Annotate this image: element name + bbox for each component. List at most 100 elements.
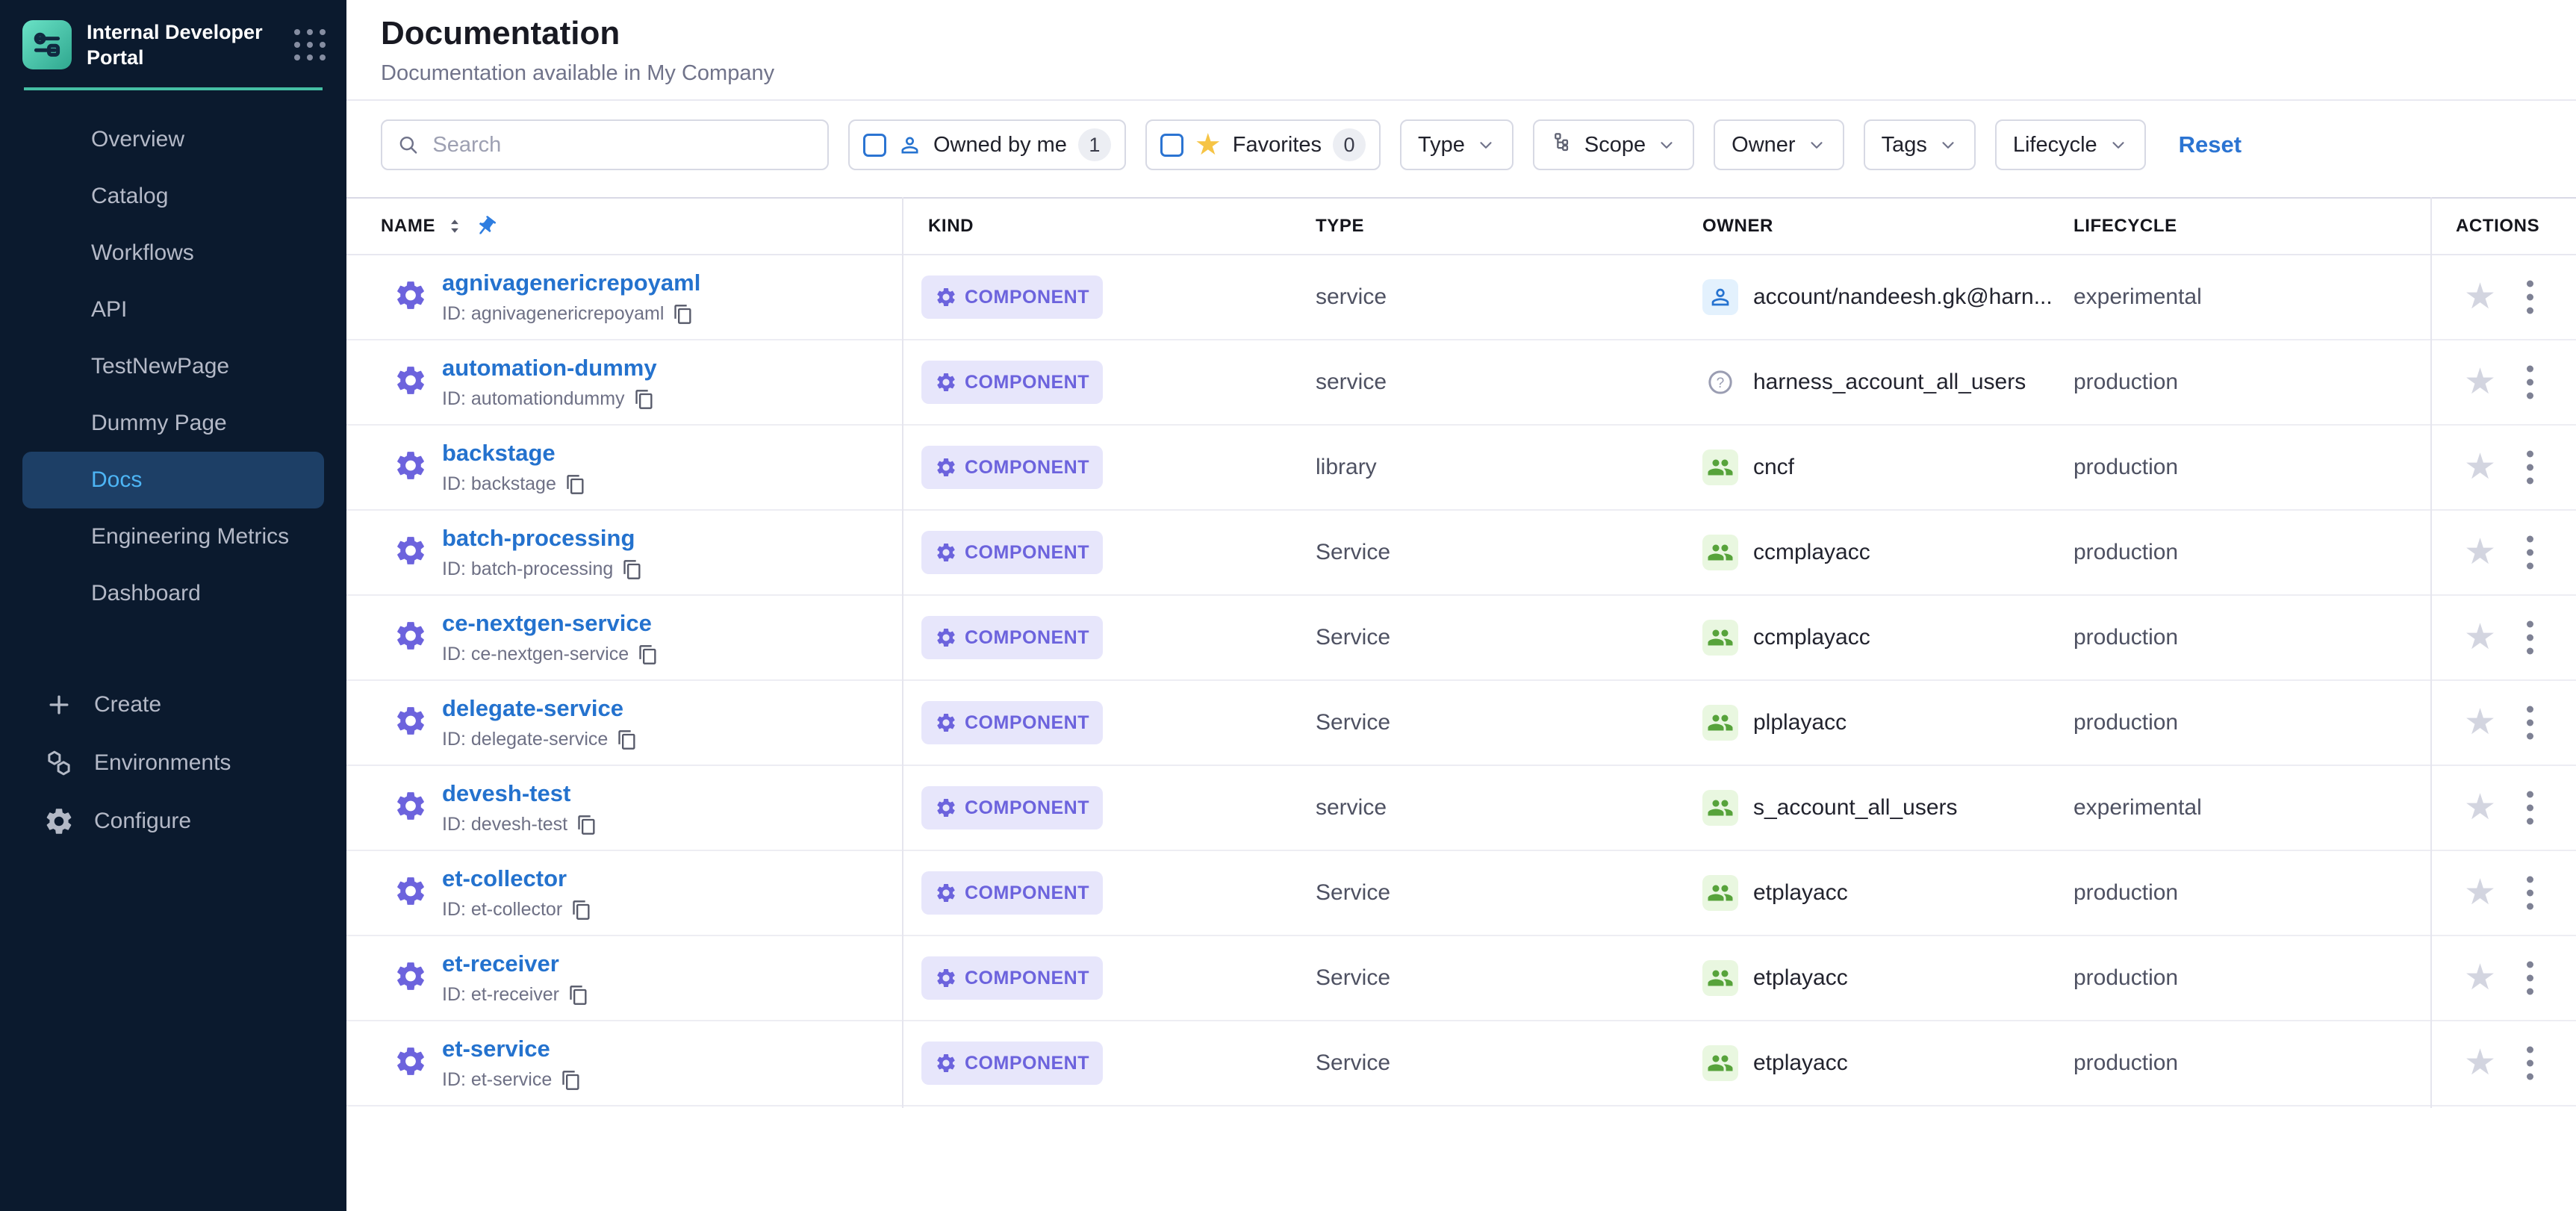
column-header-kind: KIND [928,199,974,254]
chevron-down-icon [1807,135,1826,155]
copy-icon[interactable] [576,815,597,835]
sidebar-item-workflows[interactable]: Workflows [22,225,324,281]
favorite-star-icon[interactable]: ★ [2464,364,2496,400]
kebab-menu-icon[interactable] [2522,872,2538,915]
entity-id: ID: batch-processing [442,558,613,580]
favorite-star-icon[interactable]: ★ [2464,535,2496,570]
sidebar-item-overview[interactable]: Overview [22,111,324,168]
kind-badge: COMPONENT [921,616,1103,659]
copy-icon[interactable] [568,985,589,1006]
sidebar-item-docs[interactable]: Docs [22,452,324,508]
sidebar-item-configure[interactable]: Configure [0,792,346,850]
favorite-star-icon[interactable]: ★ [2464,960,2496,996]
column-header-name[interactable]: NAME [381,199,497,254]
sidebar-item-label: Docs [91,467,142,493]
sidebar-item-create[interactable]: Create [0,676,346,734]
plus-icon [42,688,76,722]
entity-name-link[interactable]: delegate-service [442,695,638,722]
search-input[interactable] [431,132,812,158]
kebab-menu-icon[interactable] [2522,957,2538,1000]
owned-by-me-filter[interactable]: Owned by me 1 [848,119,1126,170]
entity-id: ID: devesh-test [442,814,567,835]
copy-icon[interactable] [622,559,643,580]
kebab-menu-icon[interactable] [2522,702,2538,744]
favorites-checkbox[interactable] [1160,134,1183,157]
type-cell: service [1316,370,1387,395]
apps-grid-icon[interactable] [294,29,326,60]
sidebar-accent-divider [24,87,323,90]
filter-dropdown-scope[interactable]: Scope [1533,119,1694,170]
sidebar-item-catalog[interactable]: Catalog [22,168,324,225]
component-gear-icon [393,789,428,827]
reset-filters-link[interactable]: Reset [2179,131,2241,158]
entity-name-link[interactable]: devesh-test [442,780,597,807]
copy-icon[interactable] [638,644,659,665]
kind-badge: COMPONENT [921,446,1103,489]
kebab-menu-icon[interactable] [2522,1042,2538,1085]
copy-icon[interactable] [565,474,586,495]
kebab-menu-icon[interactable] [2522,446,2538,489]
entity-name-link[interactable]: agnivagenericrepoyaml [442,270,700,296]
favorite-star-icon[interactable]: ★ [2464,1045,2496,1081]
favorite-star-icon[interactable]: ★ [2464,705,2496,741]
copy-icon[interactable] [561,1070,582,1091]
favorites-filter[interactable]: ★ Favorites 0 [1145,119,1381,170]
filter-dropdown-lifecycle[interactable]: Lifecycle [1995,119,2146,170]
component-gear-icon [935,797,957,819]
scope-icon [1551,131,1573,159]
entity-name-link[interactable]: et-receiver [442,950,589,977]
kind-label: COMPONENT [965,797,1089,819]
pin-icon[interactable] [470,210,503,243]
copy-icon[interactable] [617,729,638,750]
favorites-count: 0 [1333,128,1366,161]
chevron-down-icon [1657,135,1676,155]
name-column-divider [902,197,903,1108]
sidebar-item-engineering-metrics[interactable]: Engineering Metrics [22,508,324,565]
filter-dropdown-tags[interactable]: Tags [1864,119,1976,170]
entity-name-link[interactable]: ce-nextgen-service [442,610,659,637]
sidebar: Internal Developer Portal OverviewCatalo… [0,0,346,1211]
type-cell: Service [1316,1050,1390,1076]
favorite-star-icon[interactable]: ★ [2464,875,2496,911]
entity-name-link[interactable]: automation-dummy [442,355,657,382]
copy-icon[interactable] [634,389,655,410]
group-icon: ? [1702,705,1738,741]
sidebar-item-dummy-page[interactable]: Dummy Page [22,395,324,452]
table-row: devesh-test ID: devesh-test COMPONENT se… [346,766,2576,851]
sidebar-item-label: Environments [94,750,231,776]
filter-dropdown-type[interactable]: Type [1400,119,1513,170]
kind-label: COMPONENT [965,372,1089,393]
owned-by-me-checkbox[interactable] [863,134,886,157]
sidebar-item-dashboard[interactable]: Dashboard [22,565,324,622]
dropdown-label: Type [1418,133,1465,158]
favorite-star-icon[interactable]: ★ [2464,449,2496,485]
kebab-menu-icon[interactable] [2522,532,2538,574]
group-icon: ? [1702,875,1738,911]
favorite-star-icon[interactable]: ★ [2464,279,2496,315]
sidebar-nav: OverviewCatalogWorkflowsAPITestNewPageDu… [0,111,346,622]
entity-name-link[interactable]: backstage [442,440,586,467]
table-row: agnivagenericrepoyaml ID: agnivagenericr… [346,255,2576,340]
kebab-menu-icon[interactable] [2522,361,2538,404]
sidebar-item-environments[interactable]: Environments [0,734,346,792]
gear-icon [42,804,76,838]
favorite-star-icon[interactable]: ★ [2464,620,2496,656]
entity-name-link[interactable]: batch-processing [442,525,643,552]
dropdown-label: Owner [1732,133,1795,158]
kebab-menu-icon[interactable] [2522,276,2538,319]
search-box [381,119,829,170]
entity-name-link[interactable]: et-service [442,1036,582,1062]
kebab-menu-icon[interactable] [2522,617,2538,659]
copy-icon[interactable] [571,900,592,921]
favorite-star-icon[interactable]: ★ [2464,790,2496,826]
sort-icon[interactable] [444,216,465,237]
svg-text:?: ? [1717,376,1725,391]
sidebar-item-testnewpage[interactable]: TestNewPage [22,338,324,395]
entity-name-link[interactable]: et-collector [442,865,592,892]
filter-dropdown-owner[interactable]: Owner [1714,119,1844,170]
kind-label: COMPONENT [965,968,1089,989]
sidebar-item-api[interactable]: API [22,281,324,338]
lifecycle-cell: production [2073,710,2178,735]
kebab-menu-icon[interactable] [2522,787,2538,829]
copy-icon[interactable] [673,304,694,325]
